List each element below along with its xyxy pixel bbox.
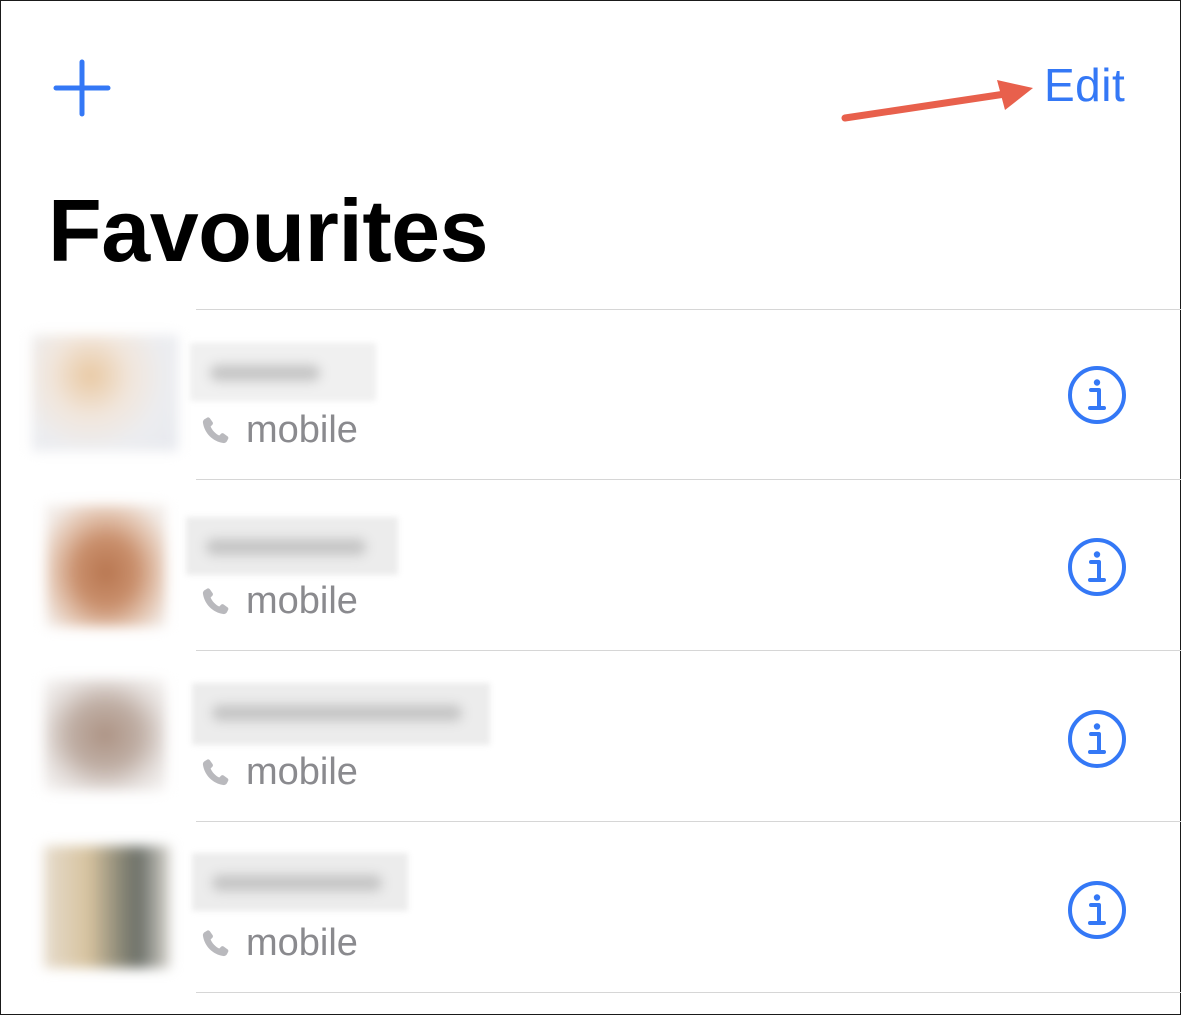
info-circle-icon	[1068, 538, 1126, 596]
info-button[interactable]	[1066, 879, 1128, 941]
info-circle-icon	[1068, 710, 1126, 768]
number-type-text: mobile	[246, 751, 358, 793]
favourites-list: mobile mobile mobile mobile	[0, 309, 1181, 993]
list-item[interactable]: mobile	[0, 480, 1181, 651]
number-type-text: mobile	[246, 922, 358, 964]
page-title: Favourites	[48, 181, 489, 280]
phone-icon	[202, 416, 229, 443]
edit-button[interactable]: Edit	[1044, 58, 1125, 112]
plus-icon	[53, 59, 111, 117]
info-button[interactable]	[1066, 708, 1128, 770]
list-item[interactable]: mobile	[0, 822, 1181, 993]
phone-icon	[202, 929, 229, 956]
info-circle-icon	[1068, 366, 1126, 424]
contact-name-redacted	[190, 343, 376, 401]
phone-icon	[202, 758, 229, 785]
row-divider	[196, 992, 1181, 993]
number-type-label: mobile	[198, 751, 358, 794]
info-button[interactable]	[1066, 536, 1128, 598]
number-type-label: mobile	[198, 580, 358, 623]
add-favourite-button[interactable]	[52, 58, 112, 118]
phone-icon	[202, 587, 229, 614]
info-button[interactable]	[1066, 364, 1128, 426]
avatar	[44, 679, 166, 791]
number-type-text: mobile	[246, 409, 358, 451]
number-type-text: mobile	[246, 580, 358, 622]
avatar	[44, 846, 170, 968]
number-type-label: mobile	[198, 922, 358, 965]
info-circle-icon	[1068, 881, 1126, 939]
avatar	[46, 505, 166, 627]
contact-name-redacted	[186, 517, 398, 575]
avatar	[32, 335, 178, 451]
annotation-arrow-icon	[841, 80, 1033, 122]
list-item[interactable]: mobile	[0, 651, 1181, 822]
contact-name-redacted	[192, 683, 490, 745]
list-item[interactable]: mobile	[0, 309, 1181, 480]
contact-name-redacted	[192, 853, 408, 911]
number-type-label: mobile	[198, 409, 358, 452]
